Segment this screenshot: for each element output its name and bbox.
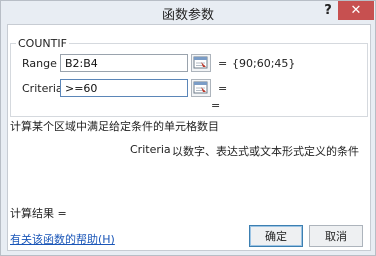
help-icon[interactable]: ? xyxy=(319,2,337,20)
range-collapse-button[interactable] xyxy=(191,54,211,72)
title-bar: 函数参数 ? ✕ xyxy=(1,1,375,23)
collapse-dialog-icon xyxy=(193,56,208,69)
function-result-equals: = xyxy=(211,99,221,112)
function-description: 计算某个区域中满足给定条件的单元格数目 xyxy=(10,120,219,133)
function-help-link[interactable]: 有关该函数的帮助(H) xyxy=(10,231,115,247)
argument-help-text: 以数字、表达式或文本形式定义的条件 xyxy=(172,145,359,158)
function-name: COUNTIF xyxy=(16,37,69,50)
collapse-dialog-icon xyxy=(193,81,208,94)
range-label: Range xyxy=(22,57,57,70)
range-input[interactable]: B2:B4 xyxy=(60,54,188,72)
range-equals: = xyxy=(218,57,228,70)
function-arguments-dialog: 函数参数 ? ✕ COUNTIF Range B2:B4 = {90;60;45… xyxy=(0,0,376,256)
criteria-label: Criteria xyxy=(22,82,63,95)
function-group: COUNTIF Range B2:B4 = {90;60;45} Criteri… xyxy=(10,37,368,117)
argument-help-name: Criteria xyxy=(130,143,171,156)
cancel-button[interactable]: 取消 xyxy=(309,225,363,247)
close-button[interactable]: ✕ xyxy=(338,1,374,20)
dialog-content: COUNTIF Range B2:B4 = {90;60;45} Criteri… xyxy=(7,24,371,251)
range-result: {90;60;45} xyxy=(232,57,296,70)
ok-button[interactable]: 确定 xyxy=(249,225,303,247)
criteria-collapse-button[interactable] xyxy=(191,79,211,97)
criteria-input[interactable]: >=60 xyxy=(60,79,188,97)
calculation-result: 计算结果 = xyxy=(10,207,67,220)
criteria-equals: = xyxy=(218,82,228,95)
